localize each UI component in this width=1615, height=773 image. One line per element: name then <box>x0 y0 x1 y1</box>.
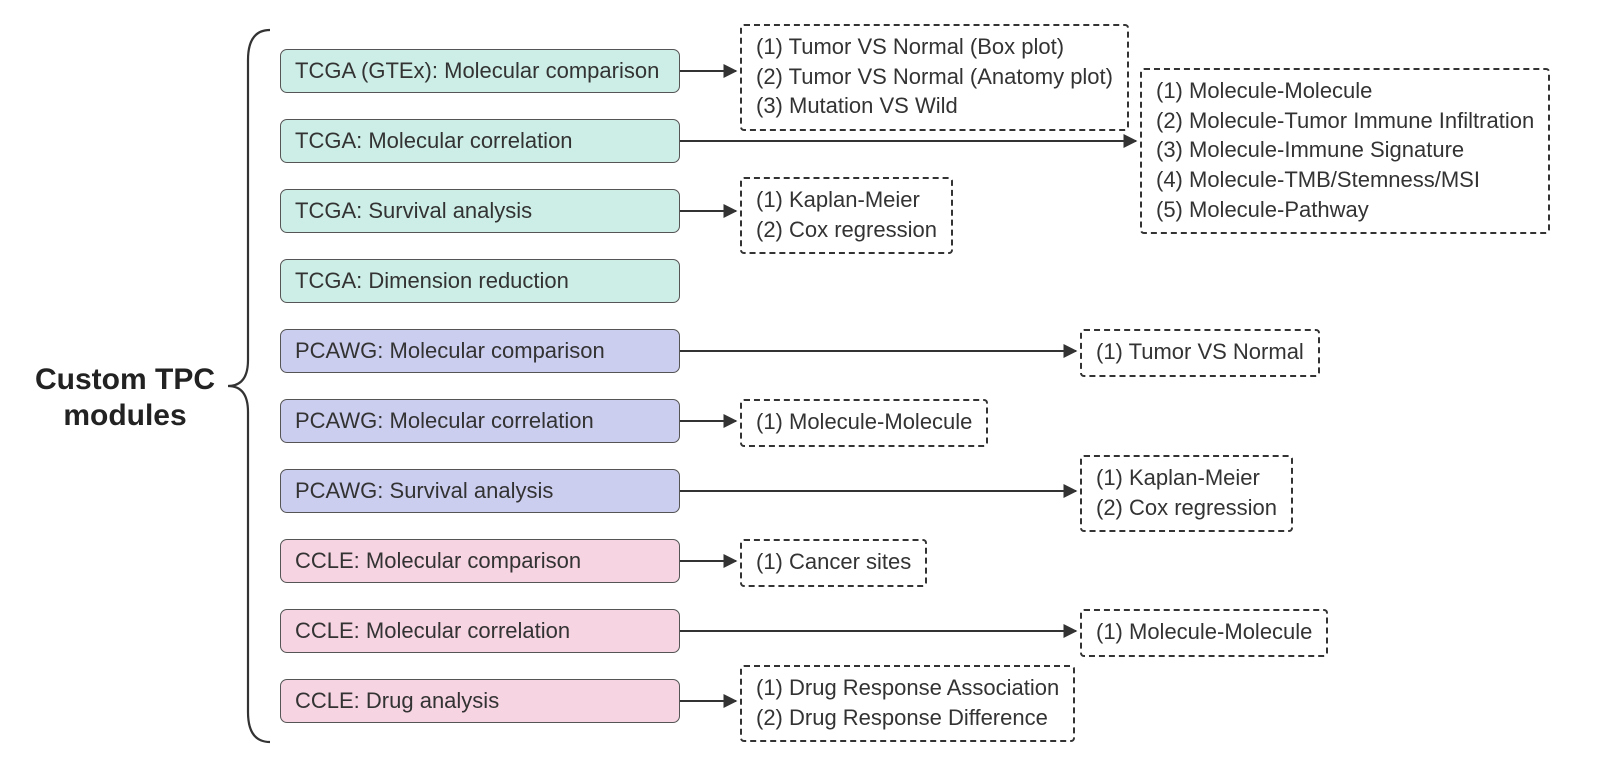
connectors <box>0 0 1615 773</box>
diagram-canvas: Custom TPC modules TCGA (GTEx): Molecula… <box>0 0 1615 773</box>
